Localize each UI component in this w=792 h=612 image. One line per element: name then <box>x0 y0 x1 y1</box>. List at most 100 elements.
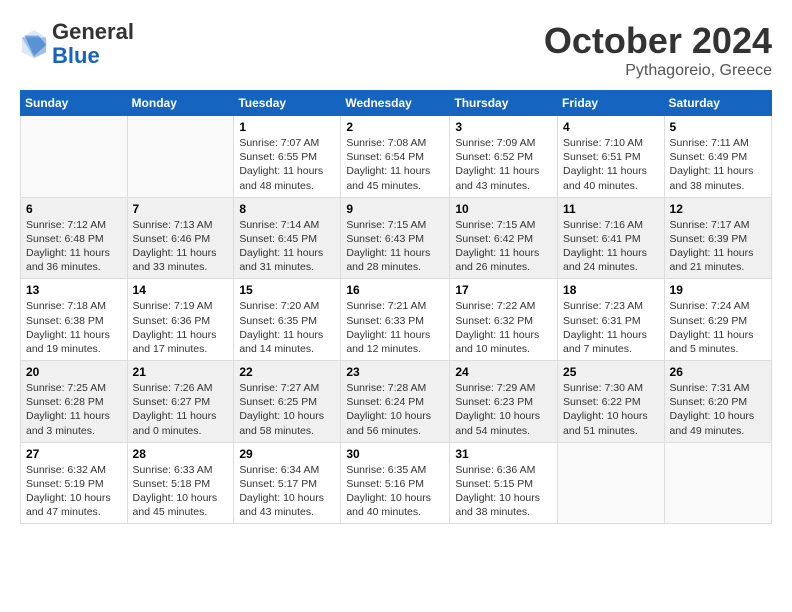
day-number: 9 <box>346 202 444 216</box>
page: General Blue October 2024 Pythagoreio, G… <box>0 0 792 612</box>
day-number: 5 <box>670 120 766 134</box>
calendar-cell: 24 Sunrise: 7:29 AM Sunset: 6:23 PM Dayli… <box>450 361 558 443</box>
day-info: Sunrise: 7:21 AM Sunset: 6:33 PM Dayligh… <box>346 299 444 356</box>
day-number: 21 <box>133 365 229 379</box>
day-number: 11 <box>563 202 659 216</box>
day-number: 19 <box>670 283 766 297</box>
day-number: 10 <box>455 202 552 216</box>
day-info: Sunrise: 7:15 AM Sunset: 6:42 PM Dayligh… <box>455 218 552 275</box>
calendar-header-saturday: Saturday <box>664 91 771 116</box>
calendar: SundayMondayTuesdayWednesdayThursdayFrid… <box>20 90 772 524</box>
calendar-cell <box>21 116 128 198</box>
title-area: October 2024 Pythagoreio, Greece <box>544 20 772 80</box>
calendar-header-friday: Friday <box>558 91 665 116</box>
logo-line1: General <box>52 20 134 44</box>
month-title: October 2024 <box>544 20 772 62</box>
calendar-cell: 5 Sunrise: 7:11 AM Sunset: 6:49 PM Daylig… <box>664 116 771 198</box>
calendar-cell: 22Sunrise: 7:27 AM Sunset: 6:25 PM Dayli… <box>234 361 341 443</box>
calendar-cell: 19 Sunrise: 7:24 AM Sunset: 6:29 PM Dayli… <box>664 279 771 361</box>
day-info: Sunrise: 7:24 AM Sunset: 6:29 PM Dayligh… <box>670 299 766 356</box>
day-number: 13 <box>26 283 122 297</box>
day-number: 1 <box>239 120 335 134</box>
day-number: 20 <box>26 365 122 379</box>
calendar-cell: 25 Sunrise: 7:30 AM Sunset: 6:22 PM Dayli… <box>558 361 665 443</box>
calendar-cell: 29Sunrise: 6:34 AM Sunset: 5:17 PM Dayli… <box>234 442 341 524</box>
calendar-cell: 28 Sunrise: 6:33 AM Sunset: 5:18 PM Dayli… <box>127 442 234 524</box>
calendar-cell: 2 Sunrise: 7:08 AM Sunset: 6:54 PM Daylig… <box>341 116 450 198</box>
day-number: 16 <box>346 283 444 297</box>
calendar-cell <box>558 442 665 524</box>
day-number: 25 <box>563 365 659 379</box>
day-info: Sunrise: 7:30 AM Sunset: 6:22 PM Dayligh… <box>563 381 659 438</box>
day-number: 31 <box>455 447 552 461</box>
calendar-cell: 11 Sunrise: 7:16 AM Sunset: 6:41 PM Dayli… <box>558 197 665 279</box>
day-info: Sunrise: 6:34 AM Sunset: 5:17 PM Dayligh… <box>239 463 335 520</box>
day-info: Sunrise: 7:22 AM Sunset: 6:32 PM Dayligh… <box>455 299 552 356</box>
logo-text: General Blue <box>52 20 134 68</box>
calendar-cell: 16 Sunrise: 7:21 AM Sunset: 6:33 PM Dayli… <box>341 279 450 361</box>
day-number: 12 <box>670 202 766 216</box>
calendar-cell: 18Sunrise: 7:23 AM Sunset: 6:31 PM Dayli… <box>558 279 665 361</box>
calendar-cell: 6 Sunrise: 7:12 AM Sunset: 6:48 PM Daylig… <box>21 197 128 279</box>
day-info: Sunrise: 7:25 AM Sunset: 6:28 PM Dayligh… <box>26 381 122 438</box>
day-info: Sunrise: 6:32 AM Sunset: 5:19 PM Dayligh… <box>26 463 122 520</box>
calendar-header-thursday: Thursday <box>450 91 558 116</box>
day-number: 2 <box>346 120 444 134</box>
day-info: Sunrise: 7:10 AM Sunset: 6:51 PM Dayligh… <box>563 136 659 193</box>
calendar-cell: 21Sunrise: 7:26 AM Sunset: 6:27 PM Dayli… <box>127 361 234 443</box>
day-info: Sunrise: 7:20 AM Sunset: 6:35 PM Dayligh… <box>239 299 335 356</box>
logo: General Blue <box>20 20 134 68</box>
calendar-header-row: SundayMondayTuesdayWednesdayThursdayFrid… <box>21 91 772 116</box>
day-info: Sunrise: 7:31 AM Sunset: 6:20 PM Dayligh… <box>670 381 766 438</box>
day-number: 27 <box>26 447 122 461</box>
calendar-week-row: 13 Sunrise: 7:18 AM Sunset: 6:38 PM Dayli… <box>21 279 772 361</box>
day-info: Sunrise: 7:23 AM Sunset: 6:31 PM Dayligh… <box>563 299 659 356</box>
calendar-cell: 23 Sunrise: 7:28 AM Sunset: 6:24 PM Dayli… <box>341 361 450 443</box>
day-info: Sunrise: 7:09 AM Sunset: 6:52 PM Dayligh… <box>455 136 552 193</box>
day-number: 6 <box>26 202 122 216</box>
day-info: Sunrise: 7:14 AM Sunset: 6:45 PM Dayligh… <box>239 218 335 275</box>
calendar-cell: 12 Sunrise: 7:17 AM Sunset: 6:39 PM Dayli… <box>664 197 771 279</box>
day-number: 28 <box>133 447 229 461</box>
day-info: Sunrise: 7:11 AM Sunset: 6:49 PM Dayligh… <box>670 136 766 193</box>
calendar-week-row: 20 Sunrise: 7:25 AM Sunset: 6:28 PM Dayli… <box>21 361 772 443</box>
calendar-cell: 9 Sunrise: 7:15 AM Sunset: 6:43 PM Daylig… <box>341 197 450 279</box>
calendar-cell: 26Sunrise: 7:31 AM Sunset: 6:20 PM Dayli… <box>664 361 771 443</box>
calendar-cell: 30Sunrise: 6:35 AM Sunset: 5:16 PM Dayli… <box>341 442 450 524</box>
day-info: Sunrise: 6:33 AM Sunset: 5:18 PM Dayligh… <box>133 463 229 520</box>
calendar-cell: 15Sunrise: 7:20 AM Sunset: 6:35 PM Dayli… <box>234 279 341 361</box>
calendar-week-row: 1 Sunrise: 7:07 AM Sunset: 6:55 PM Daylig… <box>21 116 772 198</box>
calendar-cell: 4Sunrise: 7:10 AM Sunset: 6:51 PM Daylig… <box>558 116 665 198</box>
day-info: Sunrise: 7:15 AM Sunset: 6:43 PM Dayligh… <box>346 218 444 275</box>
header: General Blue October 2024 Pythagoreio, G… <box>20 20 772 80</box>
calendar-week-row: 6 Sunrise: 7:12 AM Sunset: 6:48 PM Daylig… <box>21 197 772 279</box>
calendar-cell: 7 Sunrise: 7:13 AM Sunset: 6:46 PM Daylig… <box>127 197 234 279</box>
day-info: Sunrise: 6:36 AM Sunset: 5:15 PM Dayligh… <box>455 463 552 520</box>
calendar-header-wednesday: Wednesday <box>341 91 450 116</box>
day-info: Sunrise: 7:12 AM Sunset: 6:48 PM Dayligh… <box>26 218 122 275</box>
day-info: Sunrise: 7:27 AM Sunset: 6:25 PM Dayligh… <box>239 381 335 438</box>
calendar-cell: 20 Sunrise: 7:25 AM Sunset: 6:28 PM Dayli… <box>21 361 128 443</box>
day-info: Sunrise: 7:29 AM Sunset: 6:23 PM Dayligh… <box>455 381 552 438</box>
calendar-cell: 8 Sunrise: 7:14 AM Sunset: 6:45 PM Daylig… <box>234 197 341 279</box>
day-info: Sunrise: 7:18 AM Sunset: 6:38 PM Dayligh… <box>26 299 122 356</box>
day-number: 7 <box>133 202 229 216</box>
calendar-week-row: 27 Sunrise: 6:32 AM Sunset: 5:19 PM Dayli… <box>21 442 772 524</box>
calendar-header-monday: Monday <box>127 91 234 116</box>
calendar-cell: 13 Sunrise: 7:18 AM Sunset: 6:38 PM Dayli… <box>21 279 128 361</box>
day-info: Sunrise: 7:28 AM Sunset: 6:24 PM Dayligh… <box>346 381 444 438</box>
location: Pythagoreio, Greece <box>544 62 772 80</box>
day-number: 23 <box>346 365 444 379</box>
day-info: Sunrise: 7:07 AM Sunset: 6:55 PM Dayligh… <box>239 136 335 193</box>
day-info: Sunrise: 7:17 AM Sunset: 6:39 PM Dayligh… <box>670 218 766 275</box>
day-info: Sunrise: 7:16 AM Sunset: 6:41 PM Dayligh… <box>563 218 659 275</box>
calendar-cell: 10 Sunrise: 7:15 AM Sunset: 6:42 PM Dayli… <box>450 197 558 279</box>
day-info: Sunrise: 6:35 AM Sunset: 5:16 PM Dayligh… <box>346 463 444 520</box>
logo-icon <box>20 28 48 60</box>
calendar-cell: 1 Sunrise: 7:07 AM Sunset: 6:55 PM Daylig… <box>234 116 341 198</box>
day-number: 17 <box>455 283 552 297</box>
day-number: 8 <box>239 202 335 216</box>
day-info: Sunrise: 7:08 AM Sunset: 6:54 PM Dayligh… <box>346 136 444 193</box>
day-info: Sunrise: 7:13 AM Sunset: 6:46 PM Dayligh… <box>133 218 229 275</box>
day-number: 24 <box>455 365 552 379</box>
